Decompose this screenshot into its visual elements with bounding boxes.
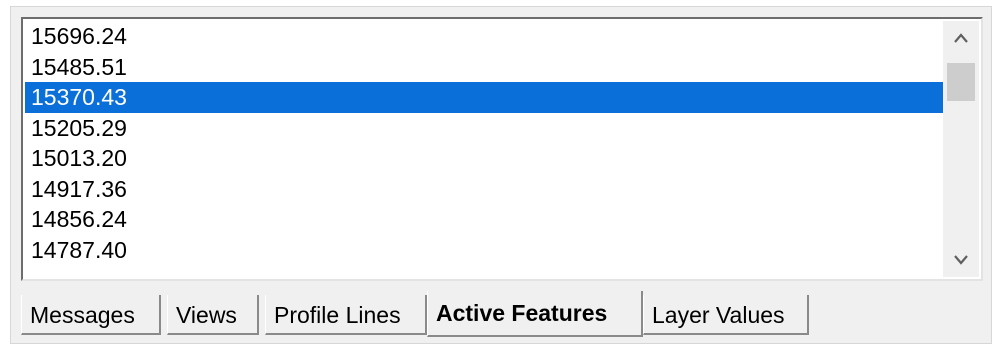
scroll-up-button[interactable] bbox=[943, 21, 979, 55]
list-item[interactable]: 14917.36 bbox=[25, 174, 945, 205]
tab-active-features[interactable]: Active Features bbox=[427, 291, 643, 337]
list-item[interactable]: 15205.29 bbox=[25, 113, 945, 144]
tab-layer-values[interactable]: Layer Values bbox=[643, 295, 809, 335]
scroll-down-button[interactable] bbox=[943, 243, 979, 277]
chevron-up-icon bbox=[954, 33, 968, 43]
tab-views[interactable]: Views bbox=[167, 295, 259, 335]
tab-bar: Messages Views Profile Lines Active Feat… bbox=[21, 291, 983, 341]
list-item[interactable]: 14787.40 bbox=[25, 235, 945, 266]
value-list-panel: 15696.24 15485.51 15370.43 15205.29 1501… bbox=[21, 17, 983, 281]
list-item-selected[interactable]: 15370.43 bbox=[25, 82, 945, 113]
value-list[interactable]: 15696.24 15485.51 15370.43 15205.29 1501… bbox=[25, 21, 945, 277]
tab-profile-lines[interactable]: Profile Lines bbox=[265, 295, 427, 335]
list-item[interactable]: 15013.20 bbox=[25, 143, 945, 174]
chevron-down-icon bbox=[954, 255, 968, 265]
vertical-scrollbar[interactable] bbox=[943, 21, 979, 277]
results-window: 15696.24 15485.51 15370.43 15205.29 1501… bbox=[10, 6, 992, 344]
list-item[interactable]: 15696.24 bbox=[25, 21, 945, 52]
scroll-thumb[interactable] bbox=[947, 63, 975, 101]
tab-messages[interactable]: Messages bbox=[21, 295, 161, 335]
list-item[interactable]: 15485.51 bbox=[25, 52, 945, 83]
list-item[interactable]: 14856.24 bbox=[25, 204, 945, 235]
